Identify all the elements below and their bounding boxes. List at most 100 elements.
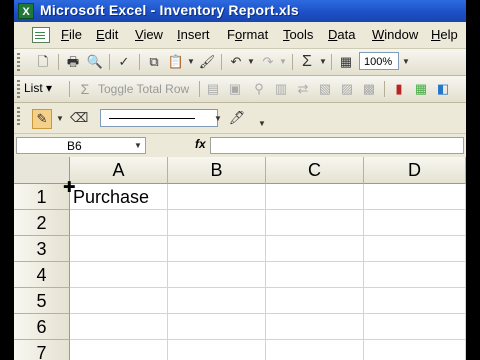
name-box-dropdown-arrow[interactable]: ▼ [134, 141, 142, 150]
cell-c7[interactable] [266, 340, 364, 360]
cell-d3[interactable] [364, 236, 466, 262]
zoom-box[interactable]: 100% [359, 52, 399, 70]
formula-input[interactable] [210, 137, 464, 154]
title-bar[interactable]: X Microsoft Excel - Inventory Report.xls [14, 0, 466, 22]
redo-dropdown-arrow[interactable]: ▼ [279, 57, 287, 66]
cell-b6[interactable] [168, 314, 266, 340]
row-header-4[interactable]: 4 [14, 262, 70, 288]
erase-border-icon[interactable]: ⌫ [70, 109, 88, 127]
cell-c3[interactable] [266, 236, 364, 262]
column-header-c[interactable]: C [266, 157, 364, 184]
cell-d5[interactable] [364, 288, 466, 314]
view-list-icon[interactable]: ▥ [272, 80, 290, 98]
row-header-6[interactable]: 6 [14, 314, 70, 340]
toolbar-options-arrow[interactable]: ▼ [258, 119, 266, 128]
spelling-icon[interactable]: ✓ [115, 53, 133, 71]
copy-icon[interactable]: ⧉ [145, 53, 163, 71]
publish-list-icon[interactable]: ⚲ [250, 80, 268, 98]
name-box[interactable]: B6 [16, 137, 146, 154]
print-icon[interactable]: 🖶 [64, 53, 82, 71]
cell-a1[interactable]: Purchase [70, 184, 168, 210]
data-range-icon[interactable]: ▦ [412, 80, 430, 98]
worksheet-grid[interactable]: A B C D 1 2 3 4 5 6 7 Purchase [14, 157, 466, 360]
cell-c2[interactable] [266, 210, 364, 236]
toolbar-separator [139, 54, 140, 70]
cell-a3[interactable] [70, 236, 168, 262]
menu-insert[interactable]: Insert [177, 27, 210, 42]
excel-app-icon[interactable]: X [18, 3, 34, 19]
line-style-box[interactable] [100, 109, 218, 127]
menu-format[interactable]: Format [227, 27, 268, 42]
cell-c5[interactable] [266, 288, 364, 314]
discard-changes-icon[interactable]: ▧ [316, 80, 334, 98]
cell-b2[interactable] [168, 210, 266, 236]
menu-file[interactable]: File [61, 27, 82, 42]
list-properties-icon[interactable]: ▣ [226, 80, 244, 98]
column-header-d[interactable]: D [364, 157, 466, 184]
undo-dropdown-arrow[interactable]: ▼ [247, 57, 255, 66]
menu-edit[interactable]: Edit [96, 27, 118, 42]
column-header-b[interactable]: B [168, 157, 266, 184]
draw-border-icon[interactable]: ✎ [32, 109, 52, 129]
unlink-list-icon[interactable]: ▨ [338, 80, 356, 98]
chart-wizard-icon[interactable]: ▦ [337, 53, 355, 71]
autosum-icon[interactable]: Σ [298, 53, 316, 71]
cell-b1[interactable] [168, 184, 266, 210]
cell-d1[interactable] [364, 184, 466, 210]
toolbar-grip[interactable] [17, 80, 20, 98]
cell-b4[interactable] [168, 262, 266, 288]
undo-icon[interactable]: ↶ [227, 53, 245, 71]
cell-d4[interactable] [364, 262, 466, 288]
row-header-1[interactable]: 1 [14, 184, 70, 210]
cell-a7[interactable] [70, 340, 168, 360]
insert-function-icon[interactable]: fx [195, 137, 206, 151]
draw-border-dropdown-arrow[interactable]: ▼ [56, 114, 64, 123]
cell-a5[interactable] [70, 288, 168, 314]
select-all-corner[interactable] [14, 157, 70, 184]
cell-a2[interactable] [70, 210, 168, 236]
workbook-icon[interactable] [32, 27, 50, 43]
redo-icon[interactable]: ↷ [259, 53, 277, 71]
toggle-total-row-button[interactable]: Toggle Total Row [98, 82, 189, 96]
cell-b3[interactable] [168, 236, 266, 262]
paste-icon[interactable]: 📋 [167, 53, 185, 71]
menu-help[interactable]: Help [431, 27, 458, 42]
row-header-2[interactable]: 2 [14, 210, 70, 236]
hide-border-icon[interactable]: ▩ [360, 80, 378, 98]
cell-c6[interactable] [266, 314, 364, 340]
row-header-5[interactable]: 5 [14, 288, 70, 314]
resize-list-icon[interactable]: ▤ [204, 80, 222, 98]
list-form-icon[interactable]: ◧ [434, 80, 452, 98]
chart-icon[interactable]: ▮ [390, 80, 408, 98]
format-painter-icon[interactable]: 🖌 [198, 53, 216, 71]
cell-b7[interactable] [168, 340, 266, 360]
paste-dropdown-arrow[interactable]: ▼ [187, 57, 195, 66]
cell-d2[interactable] [364, 210, 466, 236]
column-header-a[interactable]: A [70, 157, 168, 184]
new-icon[interactable]: 🗋 [34, 53, 52, 71]
print-preview-icon[interactable]: 🔍 [86, 53, 104, 71]
menu-data[interactable]: Data [328, 27, 355, 42]
cell-a4[interactable] [70, 262, 168, 288]
cell-b5[interactable] [168, 288, 266, 314]
cell-a6[interactable] [70, 314, 168, 340]
cell-d6[interactable] [364, 314, 466, 340]
toolbar-grip[interactable] [17, 107, 20, 125]
autosum-dropdown-arrow[interactable]: ▼ [319, 57, 327, 66]
menu-view[interactable]: View [135, 27, 163, 42]
row-header-3[interactable]: 3 [14, 236, 70, 262]
toggle-total-row-icon[interactable]: Σ [76, 80, 94, 98]
cell-c1[interactable] [266, 184, 364, 210]
cell-d7[interactable] [364, 340, 466, 360]
zoom-dropdown-arrow[interactable]: ▼ [402, 57, 410, 66]
sync-list-icon[interactable]: ⇄ [294, 80, 312, 98]
menu-window[interactable]: Window [372, 27, 418, 42]
list-menu-button[interactable]: List ▾ [24, 81, 52, 95]
row-header-7[interactable]: 7 [14, 340, 70, 360]
cell-c4[interactable] [266, 262, 364, 288]
border-color-icon[interactable]: 🖊 [228, 109, 246, 127]
toolbar-grip[interactable] [17, 53, 20, 71]
line-style-dropdown-arrow[interactable]: ▼ [214, 114, 222, 123]
menu-tools[interactable]: Tools [283, 27, 313, 42]
window-title: Microsoft Excel - Inventory Report.xls [40, 2, 299, 18]
